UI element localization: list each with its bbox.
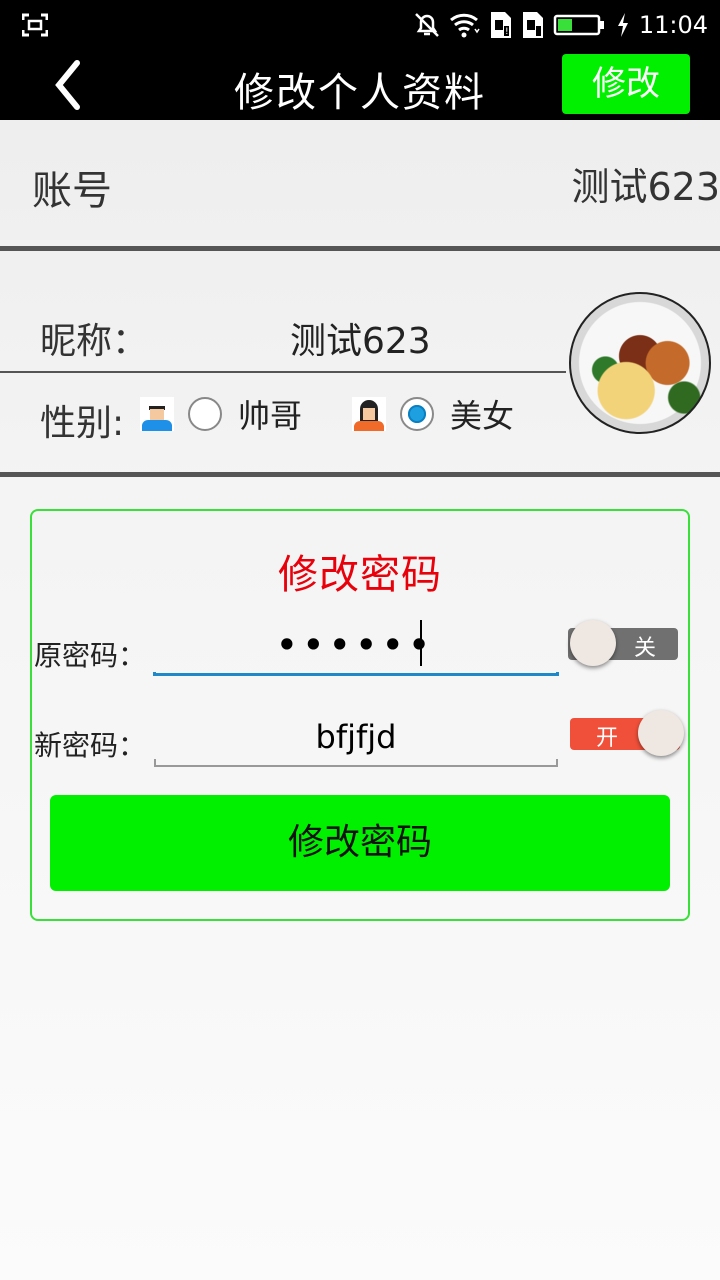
toggle-knob	[638, 710, 684, 756]
sim2-icon	[522, 12, 543, 38]
account-row: 账号 测试623	[0, 120, 720, 248]
title-bar: 修改个人资料 修改	[0, 50, 720, 120]
female-radio[interactable]	[400, 397, 434, 431]
old-password-underline	[153, 672, 559, 676]
old-password-label: 原密码：	[34, 639, 147, 672]
mute-bell-icon	[414, 13, 439, 37]
new-password-underline	[154, 759, 558, 767]
change-password-button[interactable]: 修改密码	[50, 795, 670, 891]
edit-button[interactable]: 修改	[562, 54, 690, 114]
gender-option-female[interactable]: 美女	[352, 392, 514, 436]
nickname-underline	[0, 371, 566, 373]
new-password-visibility-toggle[interactable]: 开	[570, 710, 686, 756]
divider	[0, 246, 720, 251]
status-icons: ! 11:04	[413, 8, 708, 42]
male-radio[interactable]	[188, 397, 222, 431]
avatar[interactable]	[569, 292, 711, 434]
svg-text:!: !	[505, 27, 509, 37]
account-label: 账号	[32, 168, 112, 214]
toggle-off-label: 关	[634, 636, 657, 661]
text-cursor	[420, 620, 422, 666]
wifi-icon	[449, 13, 480, 38]
password-section-title: 修改密码	[278, 552, 442, 598]
old-password-visibility-toggle[interactable]: 关	[568, 620, 684, 666]
screenshot-icon	[22, 13, 48, 37]
male-label: 帅哥	[238, 397, 303, 435]
male-avatar-icon	[140, 397, 174, 431]
female-label: 美女	[450, 397, 515, 435]
divider	[0, 472, 720, 477]
nickname-field[interactable]: 测试623	[290, 312, 431, 364]
female-avatar-icon	[352, 397, 386, 431]
nickname-label: 昵称：	[40, 321, 149, 362]
status-bar: ! 11:04	[0, 0, 720, 50]
sim1-icon: !	[490, 12, 511, 38]
old-password-input[interactable]	[153, 620, 559, 670]
charging-icon	[617, 13, 628, 37]
gender-option-male[interactable]: 帅哥	[140, 392, 302, 436]
gender-label: 性别:	[40, 403, 125, 444]
status-time: 11:04	[638, 11, 708, 39]
toggle-knob	[570, 620, 616, 666]
battery-icon	[553, 14, 604, 36]
account-value: 测试623	[571, 165, 720, 209]
toggle-on-label: 开	[596, 726, 619, 751]
new-password-label: 新密码：	[34, 729, 147, 762]
new-password-input[interactable]	[153, 712, 559, 762]
